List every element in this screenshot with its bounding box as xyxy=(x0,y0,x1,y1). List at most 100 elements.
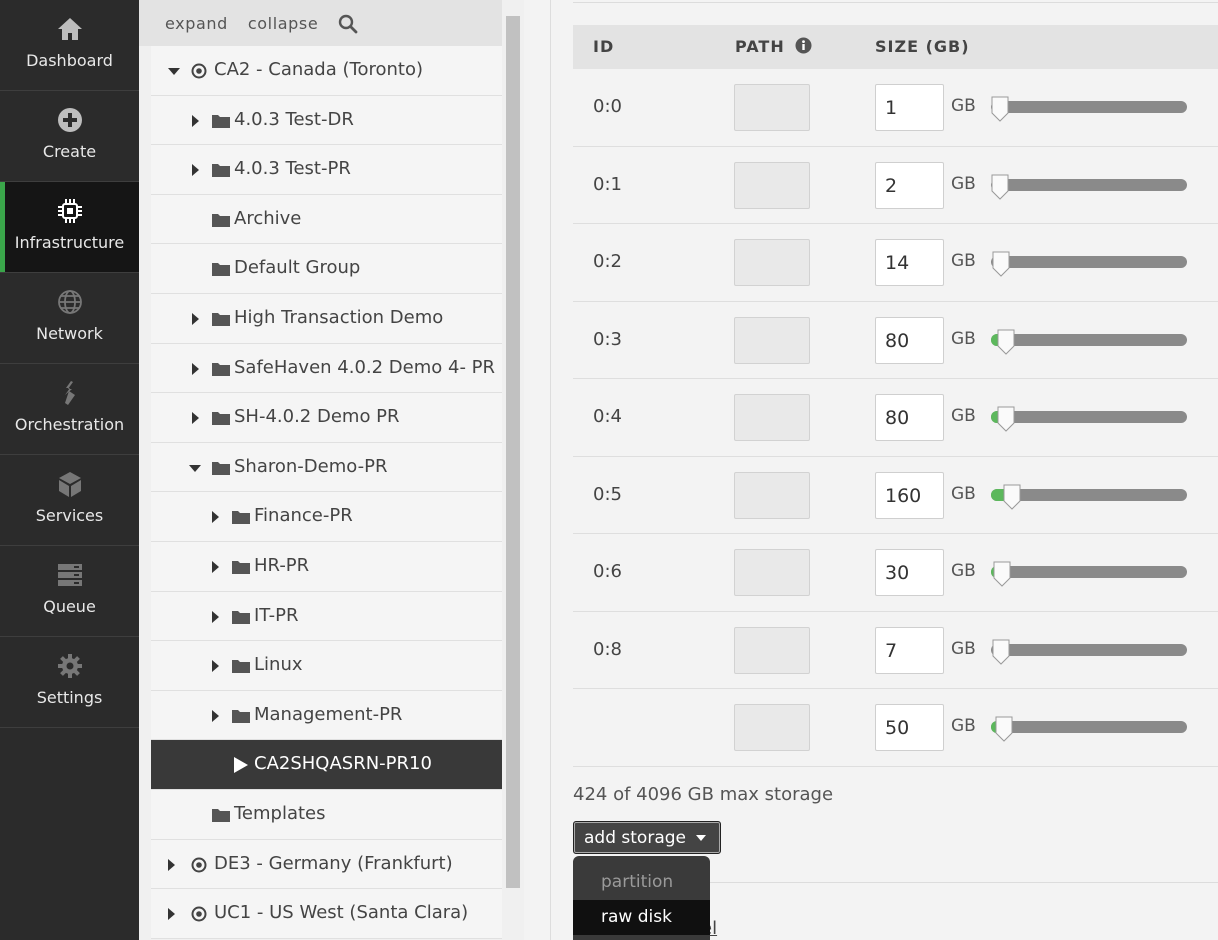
slider-handle[interactable] xyxy=(991,174,1009,200)
disk-size-input[interactable]: 80 xyxy=(875,316,944,364)
disk-path-input[interactable] xyxy=(734,549,810,596)
tree-node[interactable]: HR-PR xyxy=(151,541,502,592)
caret-right-icon[interactable] xyxy=(192,114,199,127)
disk-size-slider[interactable] xyxy=(991,639,1187,665)
tree-node[interactable]: UC1 - US West (Santa Clara) xyxy=(151,889,502,939)
tree-node[interactable]: Archive xyxy=(151,194,502,245)
tree-node[interactable]: Management-PR xyxy=(151,690,502,741)
expand-all-link[interactable]: expand xyxy=(165,14,228,33)
nav-item-label: Settings xyxy=(36,688,103,707)
nav-item-network[interactable]: Network xyxy=(0,273,139,364)
nav-item-dashboard[interactable]: Dashboard xyxy=(0,0,139,91)
tree-node[interactable]: Default Group xyxy=(151,244,502,294)
tree-node[interactable]: Linux xyxy=(151,641,502,691)
disk-size-input[interactable]: 7 xyxy=(875,626,944,674)
folder-icon xyxy=(212,263,230,277)
tree-node[interactable]: DE3 - Germany (Frankfurt) xyxy=(151,839,502,890)
menu-item-raw-disk[interactable]: raw disk xyxy=(573,900,710,935)
globe-icon xyxy=(57,290,82,314)
disk-id: 0:8 xyxy=(593,638,622,660)
tree-node[interactable]: High Transaction Demo xyxy=(151,293,502,344)
disk-size-input[interactable]: 14 xyxy=(875,239,944,286)
collapse-all-link[interactable]: collapse xyxy=(248,14,318,33)
folder-icon xyxy=(212,312,230,326)
tree-node[interactable]: Sharon-Demo-PR xyxy=(151,442,502,493)
disk-path-input[interactable] xyxy=(734,239,810,286)
caret-right-icon[interactable] xyxy=(168,908,175,921)
slider-handle[interactable] xyxy=(992,251,1010,277)
nav-item-infrastructure[interactable]: Infrastructure xyxy=(0,182,139,273)
caret-right-icon[interactable] xyxy=(212,709,219,722)
tree-node[interactable]: 4.0.3 Test-DR xyxy=(151,95,502,146)
unit-label: GB xyxy=(951,251,976,271)
disk-size-input[interactable]: 80 xyxy=(875,394,944,441)
disk-id: 0:4 xyxy=(593,406,622,427)
tree-node-label: Linux xyxy=(254,654,303,676)
slider-handle[interactable] xyxy=(995,716,1013,742)
disk-size-input[interactable]: 1 xyxy=(875,84,944,131)
disk-path-input[interactable] xyxy=(734,394,810,441)
disk-size-slider[interactable] xyxy=(991,406,1187,432)
search-icon[interactable] xyxy=(338,14,358,34)
disk-size-slider[interactable] xyxy=(991,174,1187,200)
add-storage-label: add storage xyxy=(584,828,686,848)
slider-handle[interactable] xyxy=(993,561,1011,587)
disk-path-input[interactable] xyxy=(734,316,810,364)
tree-node-label: Default Group xyxy=(234,257,361,279)
caret-down-icon[interactable] xyxy=(168,68,180,75)
disk-size-slider[interactable] xyxy=(991,561,1187,587)
slider-handle[interactable] xyxy=(1003,484,1021,510)
disk-size-input[interactable]: 50 xyxy=(875,704,944,751)
nav-item-queue[interactable]: Queue xyxy=(0,546,139,637)
nav-item-label: Infrastructure xyxy=(14,233,125,252)
disk-size-slider[interactable] xyxy=(991,716,1187,742)
unit-label: GB xyxy=(951,328,976,349)
disk-size-slider[interactable] xyxy=(991,484,1187,510)
tree-node[interactable]: Templates xyxy=(151,789,502,840)
disk-size-input[interactable]: 30 xyxy=(875,549,944,596)
menu-item-partition[interactable]: partition xyxy=(573,865,710,900)
nav-item-create[interactable]: Create xyxy=(0,91,139,182)
disk-path-input[interactable] xyxy=(734,161,810,209)
caret-right-icon[interactable] xyxy=(192,412,199,425)
caret-right-icon[interactable] xyxy=(192,312,199,325)
caret-down-icon[interactable] xyxy=(189,464,201,472)
tree-node[interactable]: CA2SHQASRN-PR10 xyxy=(151,740,502,790)
tree-node[interactable]: SH-4.0.2 Demo PR xyxy=(151,393,502,443)
nav-item-services[interactable]: Services xyxy=(0,455,139,546)
tree-node[interactable]: Finance-PR xyxy=(151,492,502,542)
disk-size-input[interactable]: 160 xyxy=(875,471,944,519)
disk-size-slider[interactable] xyxy=(991,329,1187,355)
tree-node[interactable]: 4.0.3 Test-PR xyxy=(151,145,502,195)
info-icon[interactable] xyxy=(795,37,812,54)
tree-scrollbar-thumb[interactable] xyxy=(506,16,520,888)
nav-item-orchestration[interactable]: Orchestration xyxy=(0,364,139,455)
storage-table-header: ID PATH SIZE (GB) xyxy=(573,25,1218,69)
folder-icon xyxy=(212,213,230,227)
tree-node[interactable]: IT-PR xyxy=(151,591,502,642)
disk-path-input[interactable] xyxy=(734,626,810,674)
caret-right-icon[interactable] xyxy=(212,560,219,573)
caret-right-icon[interactable] xyxy=(192,362,199,375)
disk-size-input[interactable]: 2 xyxy=(875,161,944,209)
slider-handle[interactable] xyxy=(997,406,1015,432)
tree-node[interactable]: CA2 - Canada (Toronto) xyxy=(151,46,502,96)
nav-item-settings[interactable]: Settings xyxy=(0,637,139,728)
disk-size-slider[interactable] xyxy=(991,251,1187,277)
caret-right-icon[interactable] xyxy=(212,610,219,623)
disk-path-input[interactable] xyxy=(734,84,810,131)
caret-right-icon[interactable] xyxy=(192,164,199,177)
tree-node[interactable]: SafeHaven 4.0.2 Demo 4- PR xyxy=(151,343,502,394)
folder-icon xyxy=(212,412,230,426)
caret-right-icon[interactable] xyxy=(212,660,219,673)
tree-node-label: Finance-PR xyxy=(254,505,353,527)
caret-right-icon[interactable] xyxy=(168,858,175,871)
disk-size-slider[interactable] xyxy=(991,96,1187,122)
slider-handle[interactable] xyxy=(991,96,1009,122)
disk-path-input[interactable] xyxy=(734,471,810,519)
disk-path-input[interactable] xyxy=(734,704,810,751)
add-storage-button[interactable]: add storage xyxy=(573,821,721,854)
slider-handle[interactable] xyxy=(997,329,1015,355)
slider-handle[interactable] xyxy=(992,639,1010,665)
caret-right-icon[interactable] xyxy=(212,511,219,524)
